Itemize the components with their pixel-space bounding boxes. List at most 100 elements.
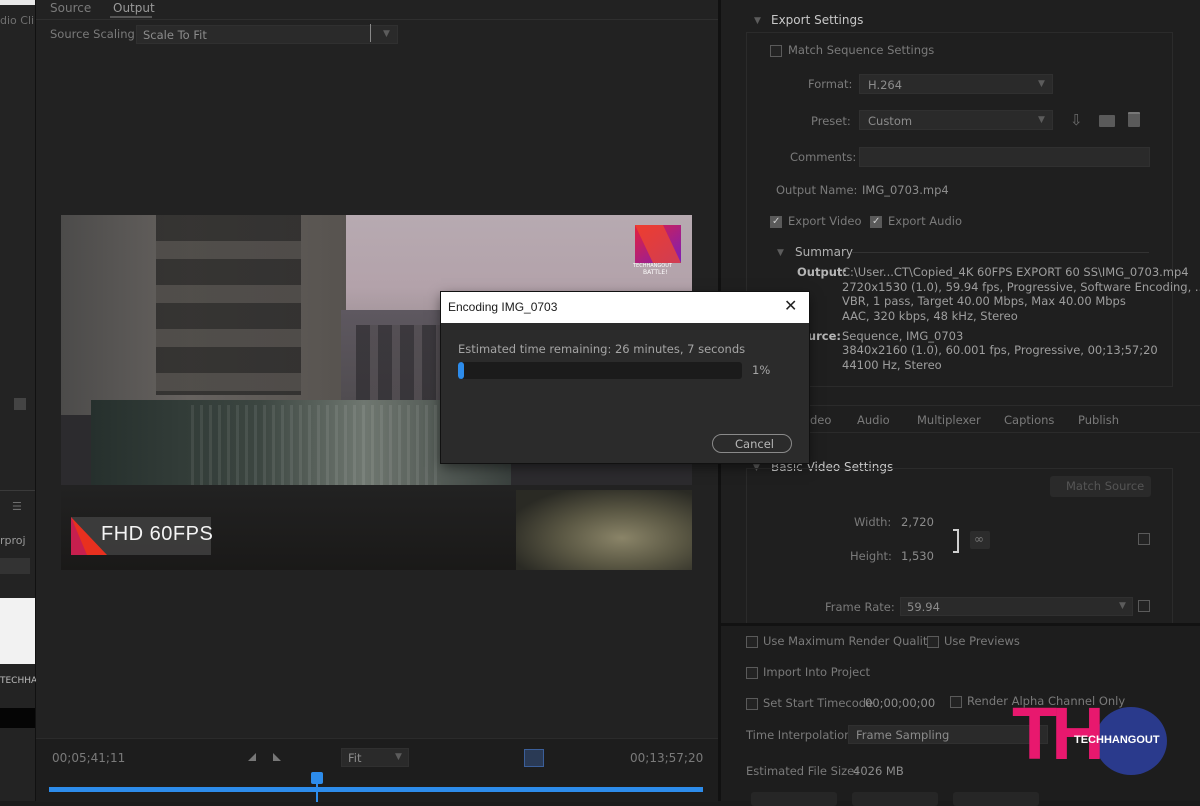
height-label: Height: (850, 549, 892, 563)
frame-rate-dropdown[interactable]: 59.94 ▼ (900, 597, 1133, 616)
format-label: Format: (808, 77, 853, 91)
start-timecode-value[interactable]: 00;00;00;00 (865, 696, 935, 710)
width-value[interactable]: 2,720 (901, 515, 934, 529)
scaling-cursor (370, 24, 371, 42)
techhangout-logo-icon (635, 225, 681, 263)
bottom-buttons-row (721, 790, 1200, 806)
strip-button[interactable] (14, 398, 26, 410)
max-render-checkbox[interactable] (746, 636, 758, 648)
fhd-badge: FHD 60FPS (71, 517, 214, 555)
export-video-checkbox[interactable] (770, 216, 782, 228)
preset-dropdown[interactable]: Custom ▼ (859, 110, 1053, 130)
tab-output-underline (110, 16, 152, 18)
save-preset-icon[interactable]: ⇩ (1070, 111, 1083, 129)
export-audio-label: Export Audio (888, 214, 962, 228)
zoom-dropdown[interactable]: Fit ▼ (341, 748, 409, 767)
use-previews-checkbox[interactable] (927, 636, 939, 648)
width-height-override-checkbox[interactable] (1138, 533, 1150, 545)
use-previews-label: Use Previews (944, 634, 1020, 648)
file-size-label: Estimated File Size: (746, 764, 859, 778)
tab-audio[interactable]: Audio (857, 413, 890, 427)
export-audio-checkbox[interactable] (870, 216, 882, 228)
match-source-button[interactable]: Match Source (1050, 476, 1151, 497)
start-timecode-checkbox[interactable] (746, 698, 758, 710)
frame-rate-override-checkbox[interactable] (1138, 600, 1150, 612)
match-sequence-checkbox[interactable] (770, 45, 782, 57)
export-video-label: Export Video (788, 214, 862, 228)
left-strip-top-white (0, 0, 35, 5)
tab-captions[interactable]: Captions (1004, 413, 1054, 427)
render-alpha-checkbox[interactable] (950, 696, 962, 708)
menu-icon[interactable]: ☰ (12, 500, 22, 513)
comments-label: Comments: (790, 150, 857, 164)
summary-collapse-icon[interactable]: ▼ (777, 248, 784, 258)
start-timecode[interactable]: 00;05;41;11 (52, 751, 125, 765)
cancel-label: Cancel (735, 437, 774, 451)
delete-preset-icon[interactable] (1128, 112, 1140, 127)
summary-source-line-3: 44100 Hz, Stereo (842, 358, 942, 372)
source-scaling-label: Source Scaling: (50, 27, 139, 41)
safe-margins-icon[interactable] (524, 749, 544, 767)
summary-output-line-3: VBR, 1 pass, Target 40.00 Mbps, Max 40.0… (842, 294, 1126, 308)
dialog-title: Encoding IMG_0703 (448, 300, 558, 314)
audio-clip-label: dio Cli (0, 14, 35, 27)
max-render-label: Use Maximum Render Quality (763, 634, 935, 648)
tab-publish[interactable]: Publish (1078, 413, 1119, 427)
summary-output-line-1: C:\User...CT\Copied_4K 60FPS EXPORT 60 S… (842, 265, 1189, 279)
source-scaling-dropdown[interactable]: Scale To Fit ▼ (136, 25, 398, 44)
import-project-checkbox[interactable] (746, 667, 758, 679)
end-timecode[interactable]: 00;13;57;20 (630, 751, 703, 765)
height-value[interactable]: 1,530 (901, 549, 934, 563)
chevron-down-icon: ▼ (395, 752, 402, 762)
chevron-down-icon: ▼ (383, 29, 390, 39)
tab-output[interactable]: Output (113, 1, 155, 15)
frame-rate-value: 59.94 (907, 600, 940, 614)
project-label[interactable]: rproj (0, 534, 26, 547)
strip-black-bar (0, 708, 35, 728)
tab-multiplexer[interactable]: Multiplexer (917, 413, 981, 427)
tabs-divider (36, 19, 718, 20)
output-name-link[interactable]: IMG_0703.mp4 (862, 183, 949, 197)
dialog-titlebar[interactable]: Encoding IMG_0703 ✕ (441, 292, 809, 323)
export-button[interactable] (953, 792, 1039, 806)
comments-field[interactable] (859, 147, 1150, 167)
metadata-button[interactable] (751, 792, 837, 806)
start-timecode-label: Set Start Timecode (763, 696, 874, 710)
timeline-track[interactable] (49, 787, 703, 792)
progress-fill (458, 362, 464, 379)
match-source-label: Match Source (1066, 479, 1145, 493)
summary-output-line-4: AAC, 320 kbps, 48 kHz, Stereo (842, 309, 1018, 323)
logo-line2: BATTLE! (643, 269, 668, 276)
strip-white-panel (0, 598, 35, 664)
badge-text: FHD 60FPS (101, 523, 214, 545)
chain-link-icon[interactable]: ∞ (970, 531, 990, 549)
export-settings-header: Export Settings (771, 13, 864, 27)
mark-in-icon[interactable] (248, 753, 256, 761)
import-preset-icon[interactable] (1099, 115, 1115, 127)
left-strip: dio Cli ☰ rproj TECHHA (0, 0, 38, 801)
tab-video[interactable]: deo (810, 413, 831, 427)
frame-rate-label: Frame Rate: (825, 600, 895, 614)
import-project-label: Import Into Project (763, 665, 871, 679)
mark-out-icon[interactable] (273, 753, 281, 761)
close-icon[interactable]: ✕ (784, 296, 797, 315)
tab-source[interactable]: Source (50, 1, 91, 15)
chevron-down-icon: ▼ (1038, 79, 1045, 89)
summary-divider (851, 252, 1149, 253)
encoding-dialog: Encoding IMG_0703 ✕ Estimated time remai… (441, 292, 809, 463)
preview-logo: TECHHANGOUT BATTLE! (633, 223, 683, 276)
preset-label: Preset: (811, 114, 851, 128)
preview-shack-stripes (191, 405, 441, 495)
progress-track (458, 362, 742, 379)
collapse-arrow-icon[interactable]: ▼ (754, 16, 761, 26)
queue-button[interactable] (852, 792, 938, 806)
cancel-button[interactable]: Cancel (712, 434, 792, 453)
width-label: Width: (854, 515, 892, 529)
time-interp-label: Time Interpolation: (746, 728, 856, 742)
progress-percent: 1% (752, 363, 771, 377)
link-bracket (953, 529, 959, 553)
tech-label: TECHHA (0, 676, 38, 686)
format-dropdown[interactable]: H.264 ▼ (859, 74, 1053, 94)
strip-field[interactable] (0, 558, 30, 574)
summary-output-line-2: 2720x1530 (1.0), 59.94 fps, Progressive,… (842, 280, 1200, 294)
